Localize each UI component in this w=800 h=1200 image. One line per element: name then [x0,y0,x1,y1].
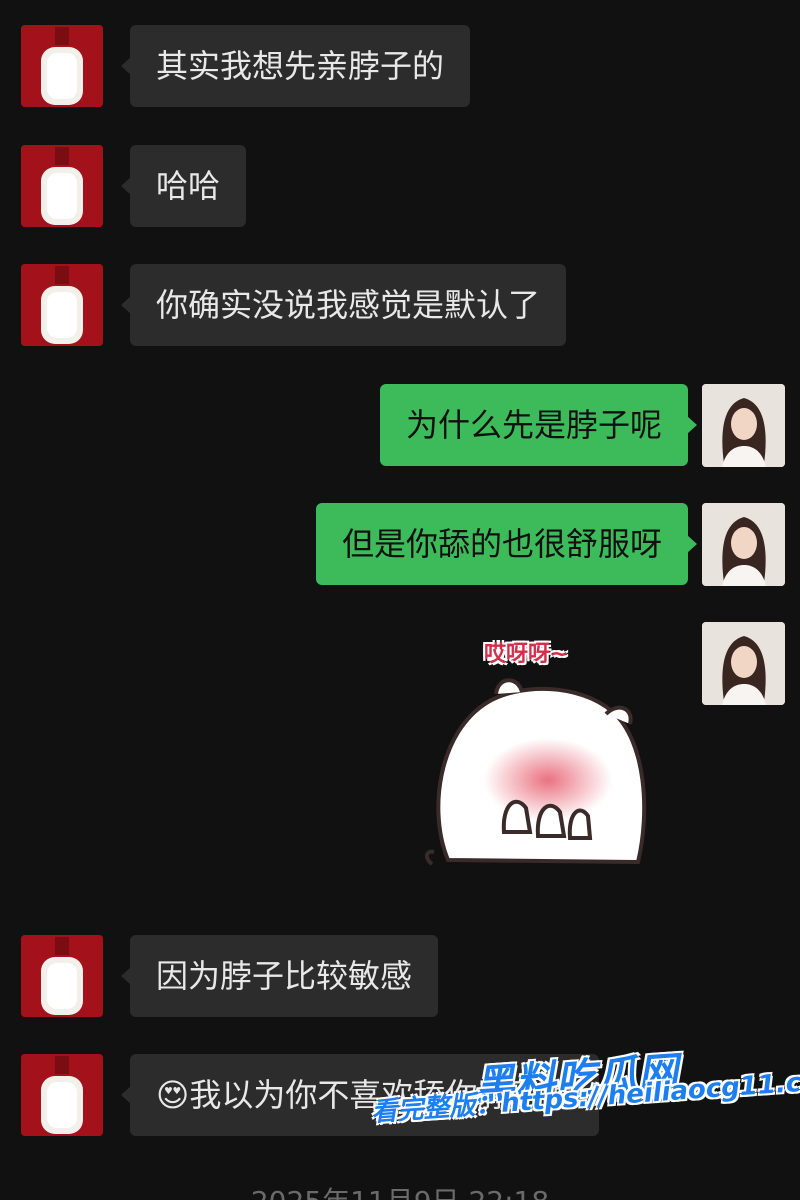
message-text: 为什么先是脖子呢 [405,406,662,444]
message-text: 因为脖子比较敏感 [156,957,413,995]
jade-pendant-icon [21,145,103,227]
message-text: 你确实没说我感觉是默认了 [156,286,541,324]
contact-avatar[interactable] [21,935,103,1017]
sticker-message[interactable]: 哎呀呀~ [418,632,658,890]
chat-screen: 其实我想先亲脖子的 哈哈 你确实没说我感觉是默认了 为什么先是脖子呢 但是你舔的… [0,0,800,1200]
user-avatar[interactable] [702,384,785,467]
message-bubble-sent[interactable]: 为什么先是脖子呢 [379,384,698,466]
woman-portrait-icon [702,622,785,705]
blushing-hamster-sticker [425,678,647,866]
woman-portrait-icon [702,503,785,586]
contact-avatar[interactable] [21,145,103,227]
message-bubble[interactable]: 因为脖子比较敏感 [120,935,439,1017]
woman-portrait-icon [702,384,785,467]
contact-avatar[interactable] [21,264,103,346]
message-bubble[interactable]: 你确实没说我感觉是默认了 [120,264,567,346]
contact-avatar[interactable] [21,1054,103,1136]
user-avatar[interactable] [702,622,785,705]
sticker-caption: 哎呀呀~ [484,642,569,667]
jade-pendant-icon [21,25,103,107]
message-text: 其实我想先亲脖子的 [156,47,445,85]
message-text: 哈哈 [156,167,221,205]
message-bubble[interactable]: 哈哈 [120,145,247,227]
user-avatar[interactable] [702,503,785,586]
message-text: 但是你舔的也很舒服呀 [341,525,662,563]
heart-eyes-emoji-icon: 😍 [156,1076,190,1114]
jade-pendant-icon [21,935,103,1017]
contact-avatar[interactable] [21,25,103,107]
jade-pendant-icon [21,1054,103,1136]
jade-pendant-icon [21,264,103,346]
chat-timestamp: 2025年11月9日 22:18 [0,1180,800,1200]
message-bubble-sent[interactable]: 但是你舔的也很舒服呀 [315,503,698,585]
message-bubble[interactable]: 其实我想先亲脖子的 [120,25,471,107]
